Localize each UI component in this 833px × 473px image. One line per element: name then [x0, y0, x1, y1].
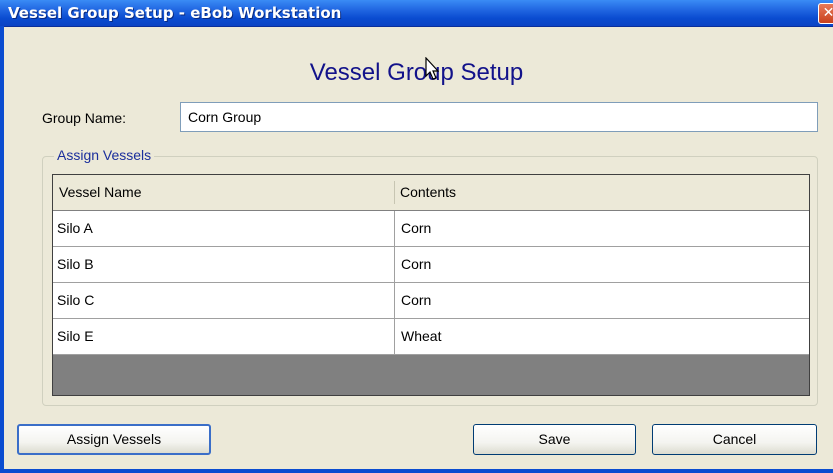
contents-cell: Corn: [394, 247, 809, 282]
group-name-label: Group Name:: [42, 110, 127, 126]
window-title: Vessel Group Setup - eBob Workstation: [8, 4, 342, 22]
vessel-name-cell: Silo A: [57, 220, 93, 236]
vessel-grid[interactable]: Vessel Name Contents Silo A Corn Silo B …: [52, 174, 810, 396]
mouse-pointer-icon: [425, 57, 439, 80]
assign-vessels-legend: Assign Vessels: [54, 147, 155, 163]
vessel-name-cell: Silo E: [57, 328, 94, 344]
column-header-vessel-name[interactable]: Vessel Name: [53, 175, 394, 210]
contents-cell: Wheat: [394, 319, 809, 354]
contents-cell: Corn: [394, 211, 809, 246]
assign-vessels-button[interactable]: Assign Vessels: [17, 424, 211, 455]
contents-cell: Corn: [394, 283, 809, 318]
group-name-input[interactable]: Corn Group: [180, 102, 818, 132]
dialog-window: Vessel Group Setup - eBob Workstation ✕ …: [0, 0, 833, 473]
vessel-name-cell: Silo B: [57, 256, 94, 272]
cancel-button[interactable]: Cancel: [652, 424, 817, 455]
window-frame-left: [0, 26, 4, 473]
table-row[interactable]: Silo A Corn: [53, 211, 809, 247]
table-row[interactable]: Silo E Wheat: [53, 319, 809, 355]
window-frame-bottom: [0, 469, 833, 473]
close-icon[interactable]: ✕: [818, 3, 833, 24]
table-row[interactable]: Silo B Corn: [53, 247, 809, 283]
title-bar[interactable]: Vessel Group Setup - eBob Workstation ✕: [0, 0, 833, 27]
dialog-heading: Vessel Group Setup: [309, 59, 524, 86]
column-header-contents[interactable]: Contents: [394, 175, 809, 210]
vessel-name-cell: Silo C: [57, 292, 95, 308]
save-button[interactable]: Save: [473, 424, 636, 455]
table-row[interactable]: Silo C Corn: [53, 283, 809, 319]
grid-header: Vessel Name Contents: [53, 175, 809, 211]
